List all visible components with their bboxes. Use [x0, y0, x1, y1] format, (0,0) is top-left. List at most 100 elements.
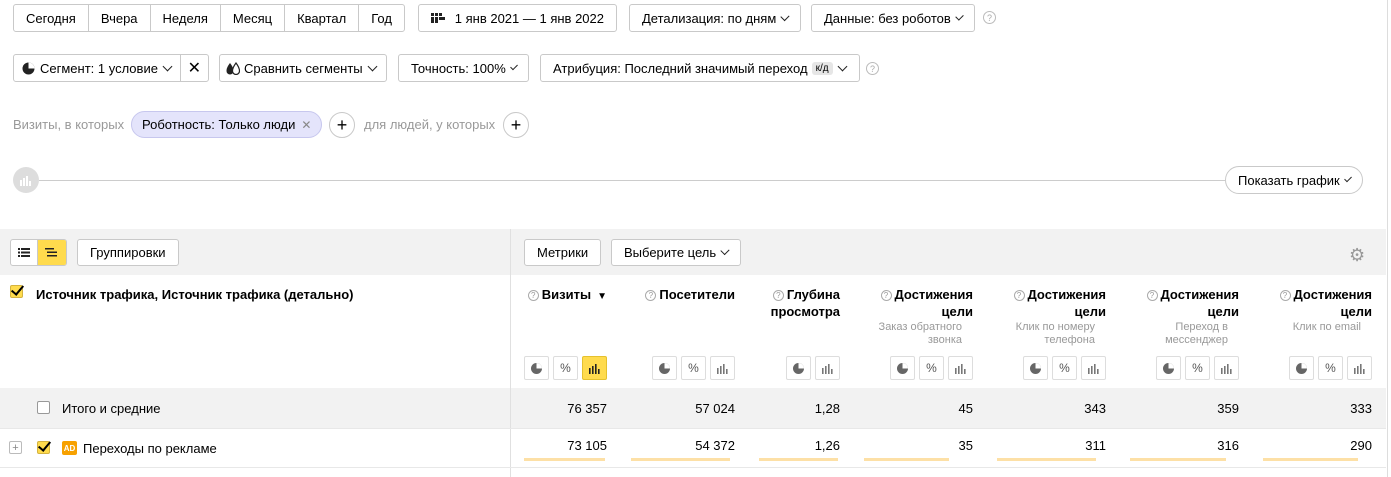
period-year[interactable]: Год	[359, 5, 404, 31]
sort-desc-icon[interactable]: ▼	[597, 291, 607, 302]
period-month[interactable]: Месяц	[221, 5, 286, 31]
filter-chip[interactable]: Роботность: Только люди ✕	[131, 111, 323, 138]
column-title: Достижения цели	[1160, 287, 1239, 319]
share-bar	[759, 458, 838, 461]
pie-chart-icon[interactable]	[786, 356, 811, 380]
pie-chart-icon[interactable]	[1289, 356, 1314, 380]
share-bar	[631, 458, 730, 461]
choose-goal-label: Выберите цель	[624, 245, 717, 260]
percent-icon[interactable]: %	[919, 356, 944, 380]
plus-icon: +	[336, 114, 348, 135]
help-icon[interactable]: ?	[880, 290, 892, 301]
column-header[interactable]: ? Достижения цели	[863, 286, 973, 320]
chevron-down-icon	[162, 61, 173, 71]
close-icon[interactable]: ✕	[301, 118, 311, 132]
metrics-button[interactable]: Метрики	[524, 239, 601, 266]
period-week[interactable]: Неделя	[151, 5, 221, 31]
period-today[interactable]: Сегодня	[14, 5, 89, 31]
column-header[interactable]: ? Глубина просмотра	[750, 286, 840, 320]
help-icon[interactable]: ?	[645, 290, 657, 301]
column-header[interactable]: ? Визиты ▼	[517, 286, 607, 305]
totals-label: Итого и средние	[62, 401, 161, 416]
choose-goal-dropdown[interactable]: Выберите цель	[611, 239, 741, 266]
column-header[interactable]: ? Достижения цели	[1129, 286, 1239, 320]
totals-value: 76 357	[567, 401, 607, 416]
accuracy-dropdown[interactable]: Точность: 100%	[398, 54, 529, 82]
chart-divider	[39, 180, 1225, 181]
row-value: 54 372	[695, 438, 735, 453]
bar-chart-icon[interactable]	[710, 356, 735, 380]
tree-view-button[interactable]	[38, 240, 66, 265]
column-header[interactable]: ? Посетители	[625, 286, 735, 303]
help-icon[interactable]: ?	[866, 62, 879, 75]
filter-chip-label: Роботность: Только люди	[142, 117, 296, 132]
bar-chart-icon[interactable]	[582, 356, 607, 380]
pie-chart-icon[interactable]	[890, 356, 915, 380]
percent-icon[interactable]: %	[1185, 356, 1210, 380]
percent-icon[interactable]: %	[1318, 356, 1343, 380]
totals-value: 343	[1084, 401, 1106, 416]
bar-chart-icon[interactable]	[815, 356, 840, 380]
help-icon[interactable]: ?	[1146, 290, 1158, 301]
column-subtitle: Заказ обратного звонка	[878, 321, 962, 346]
accuracy-label: Точность: 100%	[411, 60, 506, 76]
data-filter-label: Данные: без роботов	[824, 10, 951, 26]
help-icon[interactable]: ?	[1013, 290, 1025, 301]
column-header[interactable]: ? Достижения цели	[996, 286, 1106, 320]
pie-chart-icon[interactable]	[652, 356, 677, 380]
chart-icon[interactable]	[13, 167, 39, 193]
pie-chart-icon[interactable]	[1156, 356, 1181, 380]
row-value: 311	[1085, 438, 1106, 453]
segment-dropdown[interactable]: Сегмент: 1 условие	[14, 55, 181, 81]
column-title: Достижения цели	[1293, 287, 1372, 319]
show-chart-button[interactable]: Показать график	[1225, 166, 1363, 194]
percent-icon[interactable]: %	[553, 356, 578, 380]
pie-chart-icon[interactable]	[524, 356, 549, 380]
help-icon[interactable]: ?	[527, 290, 539, 301]
pie-chart-icon	[22, 62, 35, 74]
totals-checkbox[interactable]	[37, 401, 50, 414]
period-selector: Сегодня Вчера Неделя Месяц Квартал Год	[13, 4, 405, 32]
row-value: 73 105	[567, 438, 607, 453]
percent-icon[interactable]: %	[1052, 356, 1077, 380]
metrics-label: Метрики	[537, 245, 589, 260]
bar-chart-icon[interactable]	[1214, 356, 1239, 380]
period-quarter[interactable]: Квартал	[285, 5, 360, 31]
row-checkbox[interactable]	[37, 441, 50, 454]
expand-icon[interactable]: +	[9, 441, 22, 454]
pie-chart-icon[interactable]	[1023, 356, 1048, 380]
bar-chart-icon[interactable]	[1347, 356, 1372, 380]
list-view-button[interactable]	[11, 240, 39, 265]
help-icon[interactable]: ?	[1279, 290, 1291, 301]
groupings-button[interactable]: Группировки	[77, 239, 179, 266]
compare-segments-dropdown[interactable]: Сравнить сегменты	[219, 54, 387, 82]
bar-chart-icon[interactable]	[948, 356, 973, 380]
add-visit-condition-button[interactable]: +	[329, 112, 355, 138]
date-range-button[interactable]: 1 янв 2021 — 1 янв 2022	[418, 4, 617, 32]
segment-clear-button[interactable]: ✕	[181, 55, 208, 81]
attribution-badge: к/д	[811, 61, 833, 75]
column-subtitle: Переход в мессенджер	[1165, 321, 1228, 346]
show-chart-label: Показать график	[1238, 172, 1340, 188]
column-header[interactable]: ? Достижения цели	[1262, 286, 1372, 320]
row-value: 1,26	[814, 438, 840, 453]
bar-chart-icon[interactable]	[1081, 356, 1106, 380]
help-icon[interactable]: ?	[772, 290, 784, 301]
dimension-checkbox[interactable]	[10, 285, 23, 298]
gear-icon[interactable]: ⚙	[1349, 245, 1365, 266]
totals-value: 45	[958, 401, 973, 416]
period-yesterday[interactable]: Вчера	[89, 5, 151, 31]
totals-value: 1,28	[814, 401, 840, 416]
row-value: 290	[1350, 438, 1372, 453]
help-icon[interactable]: ?	[983, 11, 996, 24]
add-people-condition-button[interactable]: +	[503, 112, 529, 138]
column-title: Достижения цели	[894, 287, 973, 319]
row-label[interactable]: Переходы по рекламе	[83, 441, 217, 456]
close-icon: ✕	[187, 60, 201, 77]
column-subtitle: Клик по email	[1292, 321, 1361, 333]
data-filter-dropdown[interactable]: Данные: без роботов	[811, 4, 975, 32]
row-value: 35	[958, 438, 973, 453]
detail-dropdown[interactable]: Детализация: по дням	[629, 4, 801, 32]
attribution-dropdown[interactable]: Атрибуция: Последний значимый переход к/…	[540, 54, 860, 82]
percent-icon[interactable]: %	[681, 356, 706, 380]
